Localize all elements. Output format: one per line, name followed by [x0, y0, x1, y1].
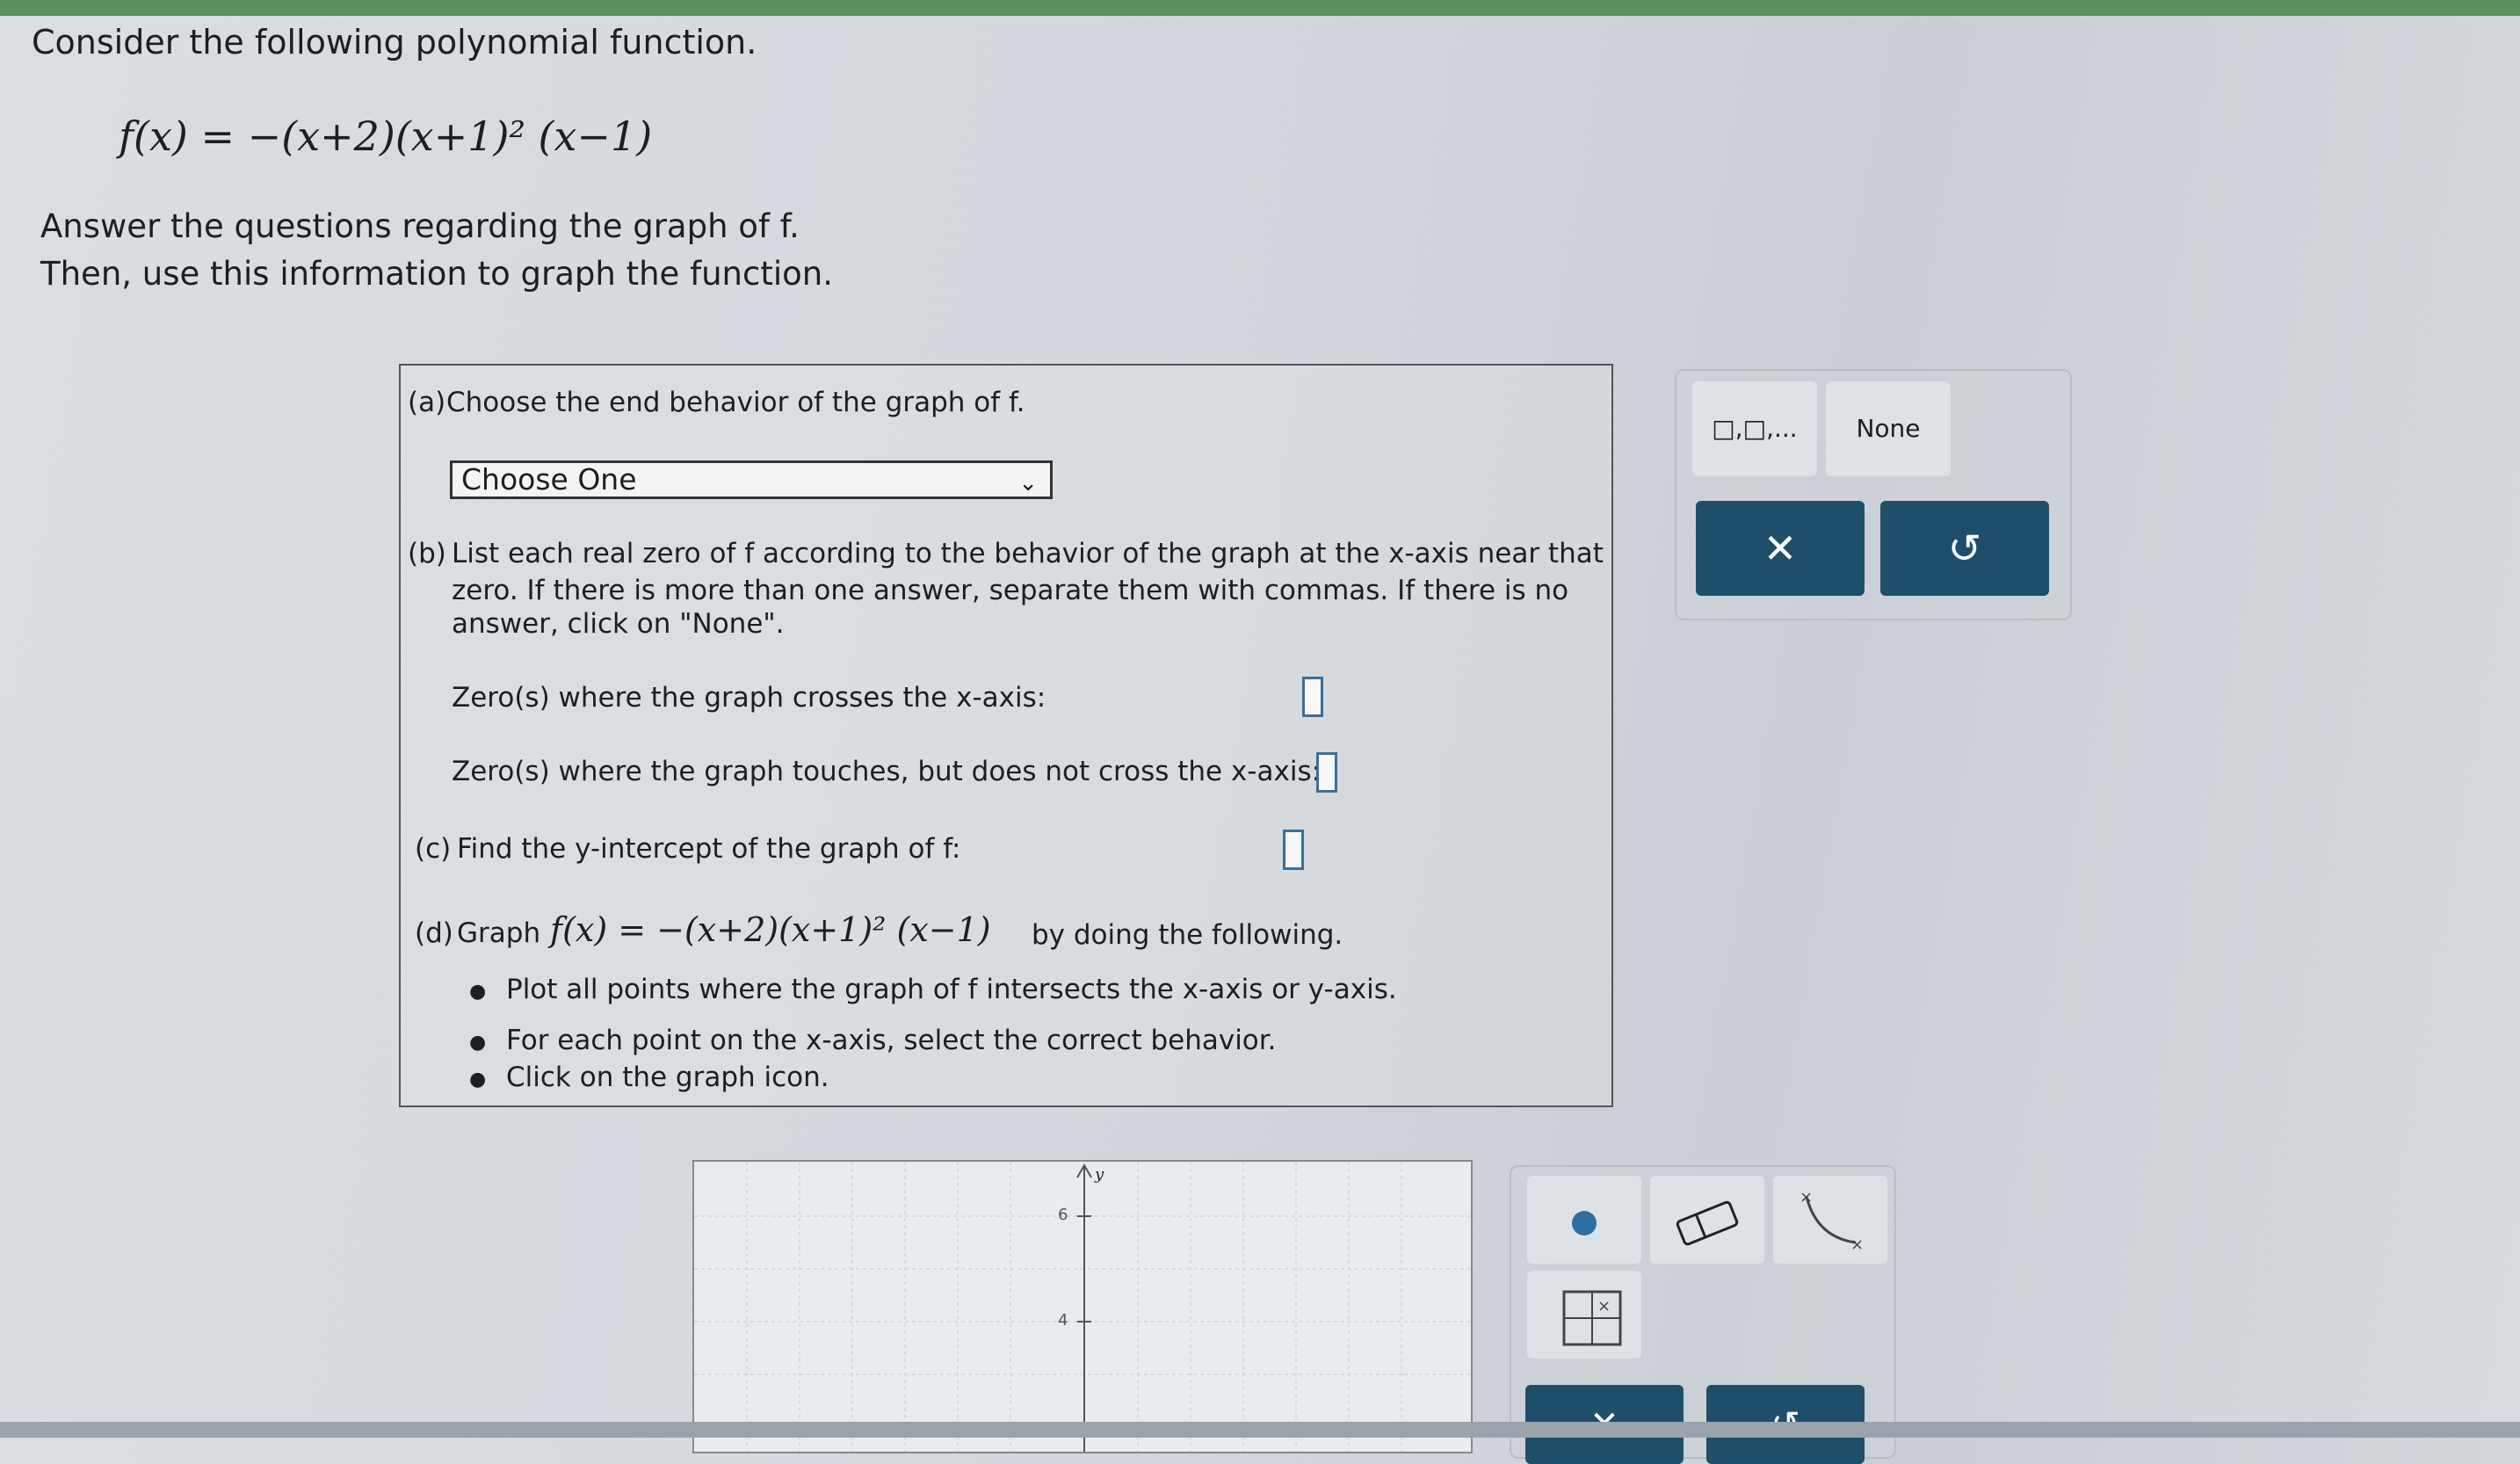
- graph-icon: ×: [1562, 1290, 1622, 1346]
- part-d-prefix: Graph: [457, 917, 541, 949]
- part-b-line-2: zero. If there is more than one answer, …: [452, 575, 1569, 606]
- top-bar: [0, 0, 2520, 16]
- part-d-bullet-2: For each point on the x-axis, select the…: [506, 1025, 1277, 1056]
- close-icon: ✕: [1763, 525, 1798, 572]
- part-d-bullet-1: Plot all points where the graph of f int…: [506, 974, 1397, 1005]
- eraser-icon: [1676, 1200, 1739, 1246]
- y-tick-4: 4: [1058, 1311, 1068, 1330]
- crosses-answer-box[interactable]: [1302, 677, 1323, 717]
- answer-tools-panel: □,□,... None ✕ ↺: [1675, 369, 2072, 620]
- question-panel: (a) Choose the end behavior of the graph…: [399, 364, 1613, 1107]
- curve-tool-button[interactable]: × ×: [1773, 1176, 1887, 1264]
- intro-text: Consider the following polynomial functi…: [32, 23, 757, 62]
- select-value: Choose One: [461, 462, 637, 496]
- part-d-label: (d): [415, 917, 453, 949]
- none-button[interactable]: None: [1826, 381, 1951, 476]
- touches-label: Zero(s) where the graph touches, but doe…: [452, 756, 1322, 787]
- part-c-text: Find the y-intercept of the graph of f:: [457, 833, 961, 865]
- end-behavior-select[interactable]: Choose One ⌄: [450, 460, 1053, 499]
- part-b-line-1: List each real zero of f according to th…: [452, 538, 1604, 569]
- instruction-line-2: Then, use this information to graph the …: [40, 255, 833, 293]
- list-format-symbol: □,□,...: [1712, 414, 1798, 443]
- undo-button[interactable]: ↺: [1880, 501, 2049, 596]
- undo-icon: ↺: [1947, 525, 1982, 572]
- graph-tools-panel: × × × ✕ ↺: [1510, 1165, 1896, 1464]
- graph-grid: [694, 1162, 1471, 1452]
- part-b-line-3: answer, click on "None".: [452, 608, 785, 640]
- part-d-bullet-3: Click on the graph icon.: [506, 1062, 829, 1093]
- y-axis-label: y: [1095, 1165, 1104, 1184]
- clear-button[interactable]: ✕: [1696, 501, 1865, 596]
- graph-icon-button[interactable]: ×: [1527, 1271, 1641, 1359]
- bullet-dot: ●: [469, 981, 487, 1003]
- part-b-label: (b): [408, 538, 446, 569]
- svg-text:×: ×: [1799, 1188, 1813, 1207]
- touches-answer-box[interactable]: [1316, 752, 1337, 793]
- part-c-label: (c): [415, 833, 452, 865]
- part-a-label: (a): [408, 387, 446, 418]
- point-icon: [1572, 1211, 1597, 1236]
- graph-canvas[interactable]: y 6 4: [692, 1160, 1473, 1453]
- function-formula: f(x) = −(x+2)(x+1)² (x−1): [119, 112, 653, 160]
- y-tick-6: 6: [1058, 1206, 1068, 1224]
- part-d-suffix: by doing the following.: [1032, 919, 1343, 951]
- none-label: None: [1856, 414, 1921, 443]
- point-tool-button[interactable]: [1527, 1176, 1641, 1264]
- screen-bottom-edge: [0, 1422, 2520, 1438]
- curve-icon: × ×: [1799, 1188, 1864, 1254]
- eraser-tool-button[interactable]: [1650, 1176, 1764, 1264]
- part-d-formula: f(x) = −(x+2)(x+1)² (x−1): [550, 910, 991, 949]
- part-a-text: Choose the end behavior of the graph of …: [446, 387, 1025, 418]
- chevron-down-icon: ⌄: [1018, 470, 1038, 496]
- bullet-dot: ●: [469, 1069, 487, 1091]
- instruction-line-1: Answer the questions regarding the graph…: [40, 207, 800, 245]
- y-intercept-answer-box[interactable]: [1283, 830, 1304, 870]
- crosses-label: Zero(s) where the graph crosses the x-ax…: [452, 682, 1046, 714]
- svg-text:×: ×: [1850, 1236, 1864, 1254]
- svg-text:×: ×: [1597, 1297, 1611, 1315]
- list-format-button[interactable]: □,□,...: [1692, 381, 1817, 476]
- bullet-dot: ●: [469, 1032, 487, 1054]
